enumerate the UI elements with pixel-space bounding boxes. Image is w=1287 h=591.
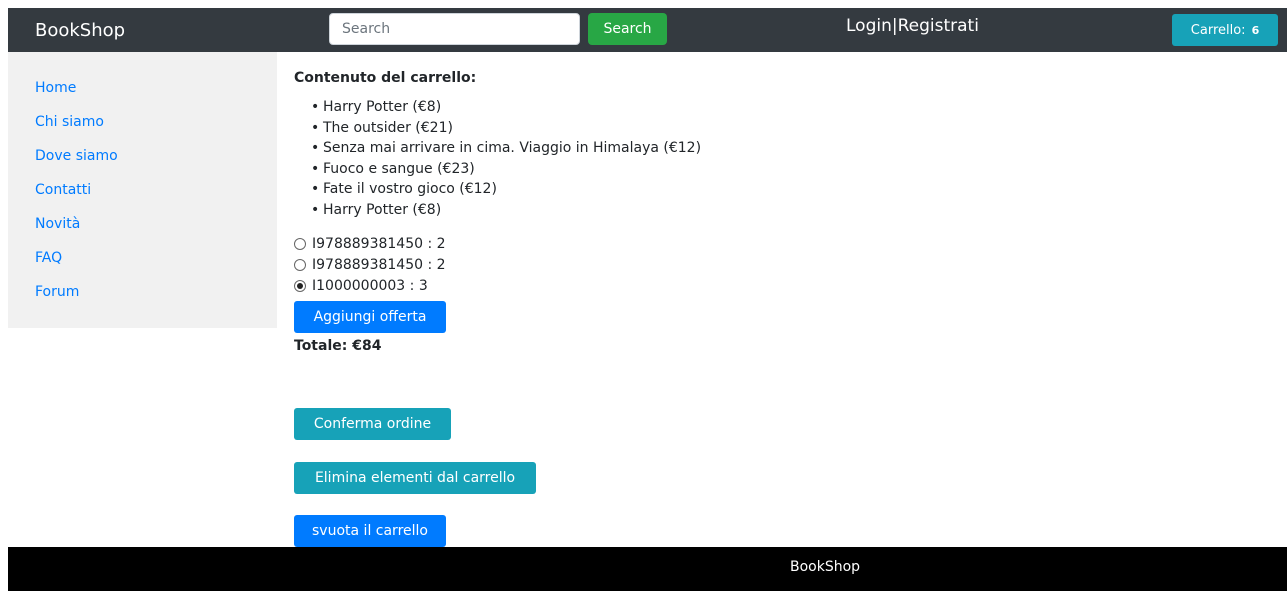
offer-radio-1[interactable] — [294, 238, 306, 251]
offer-option-3[interactable]: I1000000003 : 3 — [294, 276, 1254, 297]
cart-item-list: Harry Potter (€8) The outsider (€21) Sen… — [311, 97, 1254, 221]
brand-logo[interactable]: BookShop — [35, 20, 125, 41]
offer-option-1[interactable]: I978889381450 : 2 — [294, 234, 1254, 255]
sidebar-item-novita[interactable]: Novità — [8, 214, 277, 248]
footer-brand: BookShop — [790, 559, 861, 575]
cart-item: Harry Potter (€8) — [311, 200, 1254, 221]
sidebar: Home Chi siamo Dove siamo Contatti Novit… — [8, 52, 277, 328]
offer-options: I978889381450 : 2 I978889381450 : 2 I100… — [294, 234, 1254, 297]
add-offer-button[interactable]: Aggiungi offerta — [294, 301, 446, 333]
cart-total: Totale: €84 — [294, 338, 382, 354]
cart-title: Contenuto del carrello: — [294, 70, 477, 86]
search-button[interactable]: Search — [588, 13, 667, 45]
cart-item: Harry Potter (€8) — [311, 97, 1254, 118]
cart-item: Fuoco e sangue (€23) — [311, 159, 1254, 180]
cart-item: The outsider (€21) — [311, 118, 1254, 139]
sidebar-menu: Home Chi siamo Dove siamo Contatti Novit… — [8, 52, 277, 316]
cart-label: Carrello: — [1190, 22, 1246, 38]
offer-label-1: I978889381450 : 2 — [312, 236, 446, 253]
cart-item: Senza mai arrivare in cima. Viaggio in H… — [311, 138, 1254, 159]
offer-label-3: I1000000003 : 3 — [312, 278, 428, 295]
cart-content: Contenuto del carrello: Harry Potter (€8… — [294, 70, 1254, 547]
sidebar-item-dove-siamo[interactable]: Dove siamo — [8, 146, 277, 180]
sidebar-item-chi-siamo[interactable]: Chi siamo — [8, 112, 277, 146]
offer-radio-2[interactable] — [294, 259, 306, 272]
register-link[interactable]: Registrati — [898, 16, 979, 36]
confirm-order-button[interactable]: Conferma ordine — [294, 408, 451, 440]
sidebar-item-forum[interactable]: Forum — [8, 282, 277, 316]
sidebar-item-contatti[interactable]: Contatti — [8, 180, 277, 214]
offer-radio-3[interactable] — [294, 280, 306, 293]
auth-links: Login|Registrati — [846, 16, 979, 36]
remove-items-button[interactable]: Elimina elementi dal carrello — [294, 462, 536, 494]
cart-count-badge: 6 — [1251, 23, 1260, 37]
sidebar-item-faq[interactable]: FAQ — [8, 248, 277, 282]
search-input[interactable] — [329, 13, 580, 45]
empty-cart-button[interactable]: svuota il carrello — [294, 515, 446, 547]
footer: BookShop — [8, 547, 1287, 591]
offer-label-2: I978889381450 : 2 — [312, 257, 446, 274]
cart-item: Fate il vostro gioco (€12) — [311, 179, 1254, 200]
top-navbar: BookShop Search Login|Registrati Carrell… — [8, 8, 1287, 52]
offer-option-2[interactable]: I978889381450 : 2 — [294, 255, 1254, 276]
cart-button[interactable]: Carrello: 6 — [1172, 14, 1278, 46]
login-link[interactable]: Login — [846, 16, 892, 36]
sidebar-item-home[interactable]: Home — [8, 78, 277, 112]
